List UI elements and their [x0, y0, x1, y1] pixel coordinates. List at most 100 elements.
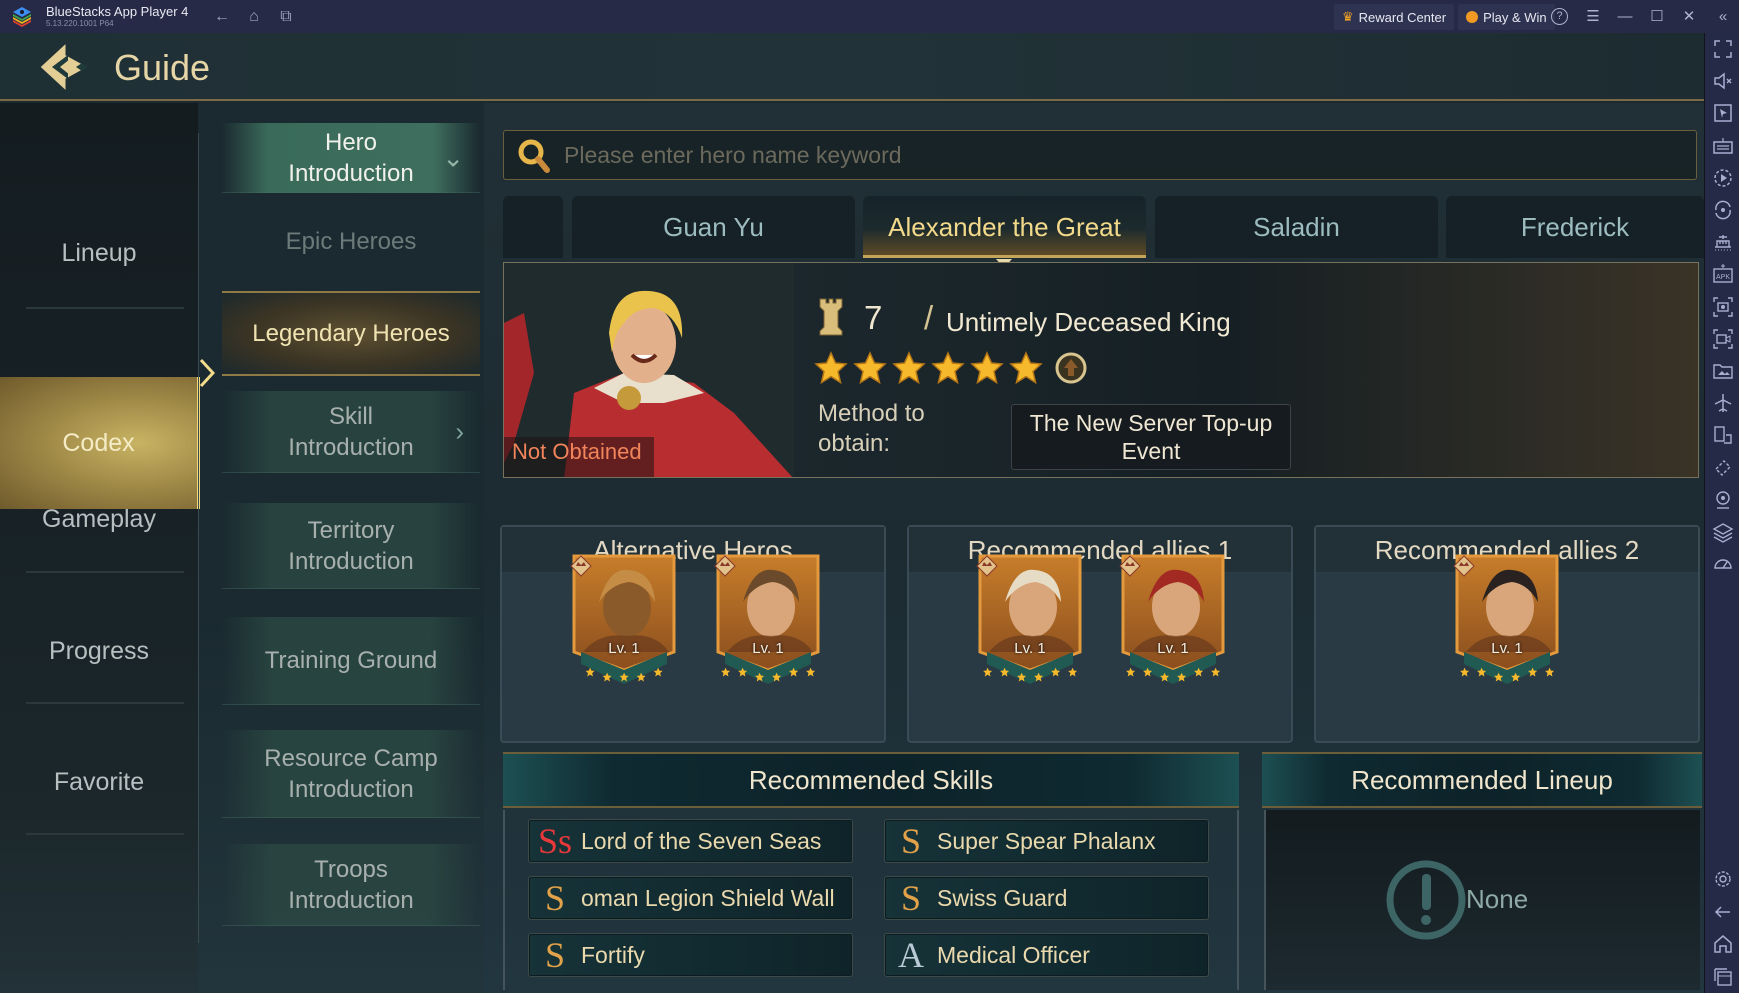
guide-back-arrow-icon[interactable]	[36, 37, 98, 99]
skill-item[interactable]: S Super Spear Phalanx	[884, 819, 1209, 863]
recent-apps-icon[interactable]: ⧉	[276, 7, 296, 27]
divider	[198, 133, 199, 943]
rotate-icon[interactable]	[1712, 199, 1734, 221]
divider	[26, 307, 184, 309]
hero-tab-alexander[interactable]: Alexander the Great	[863, 196, 1146, 258]
method-value[interactable]: The New Server Top-up Event	[1011, 404, 1291, 470]
nav-item-progress[interactable]: Progress	[0, 637, 198, 666]
volume-mute-icon[interactable]	[1712, 70, 1734, 92]
skill-item[interactable]: A Medical Officer	[884, 933, 1209, 977]
star-icon	[983, 667, 993, 677]
nav-item-favorite[interactable]: Favorite	[0, 768, 198, 797]
keyboard-icon[interactable]	[1712, 135, 1734, 157]
reward-center-button[interactable]: ♛ Reward Center	[1334, 4, 1455, 30]
svg-text:APK: APK	[1716, 274, 1730, 281]
screen-record-icon[interactable]	[1712, 328, 1734, 350]
star-icon	[814, 351, 848, 385]
hero-tab-partial[interactable]	[503, 196, 563, 258]
fullscreen-icon[interactable]	[1712, 38, 1734, 60]
hero-level: Lv. 1	[752, 640, 784, 657]
menu-icon[interactable]: ☰	[1583, 7, 1603, 27]
separator: /	[924, 299, 934, 336]
hero-avatar[interactable]: Lv. 1	[713, 552, 823, 692]
subnav-skill-introduction[interactable]: Skill Introduction ›	[222, 391, 480, 473]
back-icon[interactable]: ←	[212, 7, 232, 27]
hero-detail-panel: Not Obtained 7 / Untimely Deceased King …	[503, 262, 1699, 478]
macro-record-icon[interactable]	[1712, 167, 1734, 189]
subnav-training-ground[interactable]: Training Ground	[222, 617, 480, 705]
maximize-icon[interactable]: ☐	[1647, 7, 1667, 27]
search-icon	[518, 139, 550, 173]
recent-apps-icon[interactable]	[1712, 966, 1734, 988]
subnav-hero-introduction[interactable]: Hero Introduction ⌄	[222, 123, 480, 193]
airplane-mode-icon[interactable]	[1712, 392, 1734, 414]
settings-icon[interactable]	[1712, 868, 1734, 890]
skill-grade-icon: S	[900, 821, 922, 861]
hero-avatar[interactable]: Lv. 1	[1452, 552, 1562, 692]
skill-grade-icon: S	[544, 878, 566, 918]
shake-icon[interactable]	[1712, 231, 1734, 253]
card-title: Alternative Heros	[502, 527, 884, 573]
hero-avatar-frame	[570, 554, 676, 684]
right-sidebar: APK	[1704, 33, 1739, 993]
hero-tab-frederick[interactable]: Frederick	[1446, 196, 1704, 258]
hero-avatar[interactable]: Lv. 1	[1118, 552, 1228, 692]
hero-search-bar	[503, 130, 1697, 180]
skill-item[interactable]: S oman Legion Shield Wall	[528, 876, 853, 920]
hero-tab-saladin[interactable]: Saladin	[1155, 196, 1438, 258]
home-icon[interactable]	[1712, 933, 1734, 955]
subnav-epic-heroes[interactable]: Epic Heroes	[222, 211, 480, 271]
nav-item-codex[interactable]: Codex	[0, 377, 200, 509]
pointer-icon[interactable]	[1712, 102, 1734, 124]
back-icon[interactable]	[1712, 901, 1734, 923]
minimize-icon[interactable]: —	[1615, 7, 1635, 27]
star-icon	[1009, 351, 1043, 385]
skill-item[interactable]: Ss Lord of the Seven Seas	[528, 819, 853, 863]
home-icon[interactable]: ⌂	[244, 7, 264, 27]
close-icon[interactable]: ✕	[1679, 7, 1699, 27]
multi-instance-icon[interactable]	[1712, 424, 1734, 446]
star-icon	[1068, 667, 1078, 677]
apk-install-icon[interactable]: APK	[1712, 263, 1734, 285]
star-icon	[1460, 667, 1470, 677]
star-icon	[806, 667, 816, 677]
help-icon[interactable]: ?	[1551, 8, 1568, 25]
subnav-legendary-heroes[interactable]: Legendary Heroes	[222, 291, 480, 376]
nav-item-codex-label: Codex	[62, 429, 135, 457]
coin-icon	[1466, 11, 1479, 23]
nav-item-lineup[interactable]: Lineup	[0, 239, 198, 268]
subnav-resource-camp[interactable]: Resource Camp Introduction	[222, 730, 480, 818]
play-win-button[interactable]: Play & Win	[1458, 4, 1555, 30]
search-input[interactable]	[564, 131, 1664, 179]
hero-level: Lv. 1	[608, 640, 640, 657]
hero-level: Lv. 1	[1157, 640, 1189, 657]
subnav-troops-introduction[interactable]: Troops Introduction	[222, 844, 480, 926]
hero-avatar[interactable]: Lv. 1	[975, 552, 1085, 692]
screenshot-icon[interactable]	[1712, 296, 1734, 318]
star-upgrade-icon[interactable]	[1054, 351, 1088, 385]
divider	[26, 571, 184, 573]
hero-tab-guan-yu[interactable]: Guan Yu	[572, 196, 855, 258]
performance-icon[interactable]	[1712, 553, 1734, 575]
skill-item[interactable]: S Swiss Guard	[884, 876, 1209, 920]
eco-mode-icon[interactable]	[1712, 457, 1734, 479]
recommended-allies-1-card: Recommended allies 1	[907, 525, 1293, 743]
hero-status: Not Obtained	[512, 439, 642, 464]
layers-icon[interactable]	[1712, 521, 1734, 543]
guide-header: Guide	[0, 33, 1704, 101]
alternative-heros-card: Alternative Heros	[500, 525, 886, 743]
left-nav: Lineup Codex Gameplay Progress Favorite	[0, 103, 200, 993]
app-title: BlueStacks App Player 4	[46, 4, 189, 19]
skill-item[interactable]: S Fortify	[528, 933, 853, 977]
hero-avatar[interactable]: Lv. 1	[569, 552, 679, 692]
skill-name: Lord of the Seven Seas	[581, 827, 822, 854]
media-folder-icon[interactable]	[1712, 360, 1734, 382]
star-icon	[892, 351, 926, 385]
location-icon[interactable]	[1712, 489, 1734, 511]
play-win-label: Play & Win	[1483, 9, 1547, 25]
nav-item-gameplay[interactable]: Gameplay	[0, 505, 198, 534]
selected-chevron-icon	[199, 358, 215, 388]
skill-name: Swiss Guard	[937, 884, 1068, 911]
subnav-territory-introduction[interactable]: Territory Introduction	[222, 503, 480, 589]
collapse-sidebar-icon[interactable]: «	[1713, 7, 1733, 27]
